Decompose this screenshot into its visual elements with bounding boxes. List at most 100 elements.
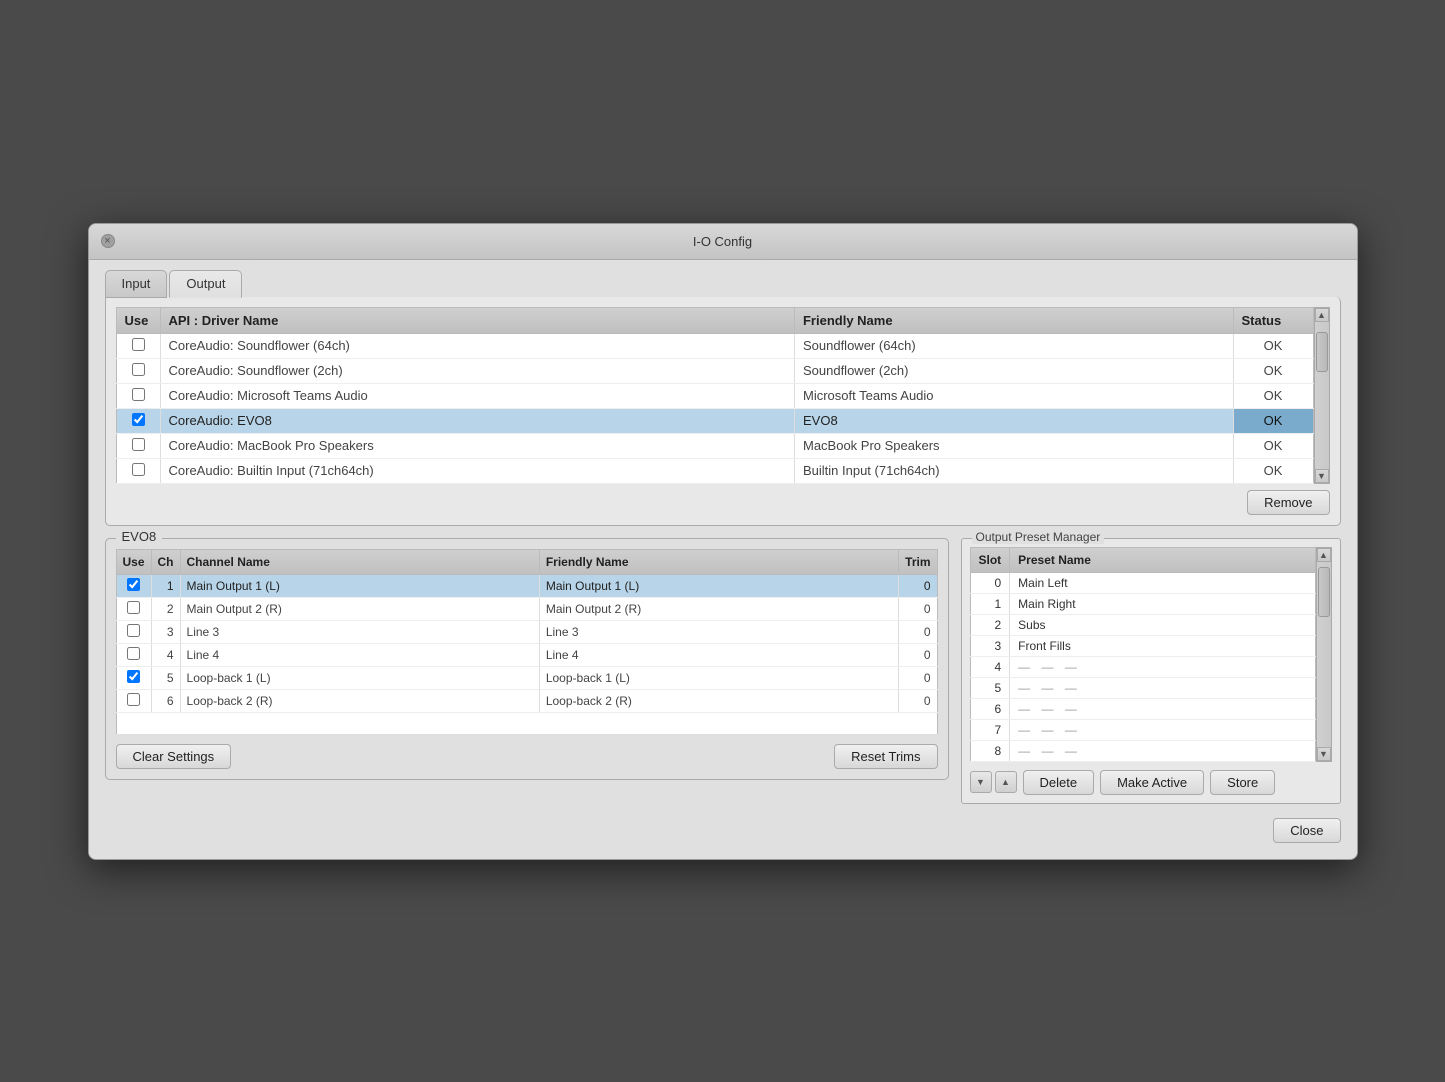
preset-table-row[interactable]: 3Front Fills [970, 635, 1315, 656]
device-use-checkbox[interactable] [132, 463, 145, 476]
ch-use-checkbox[interactable] [127, 670, 140, 683]
close-footer: Close [105, 818, 1341, 843]
ch-use-checkbox[interactable] [127, 624, 140, 637]
device-api-cell: CoreAudio: Microsoft Teams Audio [160, 383, 794, 408]
device-table-row[interactable]: CoreAudio: EVO8EVO8OK [116, 408, 1313, 433]
preset-scrollbar[interactable]: ▲ ▼ [1316, 547, 1332, 762]
channel-table-row[interactable]: 4Line 4Line 40 [116, 643, 937, 666]
channel-table-empty-area [116, 713, 938, 734]
preset-scroll-down[interactable]: ▼ [1317, 747, 1331, 761]
device-use-cell [116, 458, 160, 483]
preset-table-row[interactable]: 2Subs [970, 614, 1315, 635]
channel-table-row[interactable]: 2Main Output 2 (R)Main Output 2 (R)0 [116, 597, 937, 620]
ch-use-checkbox[interactable] [127, 601, 140, 614]
channel-table-row[interactable]: 5Loop-back 1 (L)Loop-back 1 (L)0 [116, 666, 937, 689]
device-table: Use API : Driver Name Friendly Name Stat… [116, 307, 1314, 484]
remove-button[interactable]: Remove [1247, 490, 1329, 515]
device-api-cell: CoreAudio: EVO8 [160, 408, 794, 433]
device-status-cell: OK [1233, 333, 1313, 358]
ch-use-checkbox[interactable] [127, 647, 140, 660]
tab-input[interactable]: Input [105, 270, 168, 298]
device-friendly-cell: Microsoft Teams Audio [794, 383, 1233, 408]
preset-nav-up[interactable]: ▲ [995, 771, 1017, 793]
preset-name-cell: Main Right [1010, 593, 1315, 614]
close-button[interactable]: Close [1273, 818, 1340, 843]
preset-table-row[interactable]: 8— — — [970, 740, 1315, 761]
ch-use-cell [116, 666, 151, 689]
close-button-titlebar[interactable] [101, 234, 115, 248]
col-trim: Trim [899, 549, 937, 574]
ch-friendly-cell: Loop-back 1 (L) [539, 666, 898, 689]
scroll-down-arrow[interactable]: ▼ [1315, 469, 1329, 483]
preset-table-row[interactable]: 4— — — [970, 656, 1315, 677]
device-friendly-cell: MacBook Pro Speakers [794, 433, 1233, 458]
device-api-cell: CoreAudio: Soundflower (2ch) [160, 358, 794, 383]
preset-table-row[interactable]: 6— — — [970, 698, 1315, 719]
scroll-track [1315, 322, 1329, 469]
col-slot: Slot [970, 547, 1010, 572]
device-friendly-cell: Builtin Input (71ch64ch) [794, 458, 1233, 483]
preset-manager-title: Output Preset Manager [972, 530, 1105, 544]
preset-slot-cell: 6 [970, 698, 1010, 719]
preset-table-row[interactable]: 1Main Right [970, 593, 1315, 614]
ch-use-checkbox[interactable] [127, 693, 140, 706]
reset-trims-button[interactable]: Reset Trims [834, 744, 937, 769]
preset-nav-down[interactable]: ▼ [970, 771, 992, 793]
tab-output[interactable]: Output [169, 270, 242, 298]
ch-use-cell [116, 574, 151, 597]
preset-slot-cell: 5 [970, 677, 1010, 698]
make-active-button[interactable]: Make Active [1100, 770, 1204, 795]
scroll-thumb[interactable] [1316, 332, 1328, 372]
preset-footer: ▼ ▲ Delete Make Active Store [970, 770, 1332, 795]
preset-scroll-track [1317, 562, 1331, 747]
preset-slot-cell: 4 [970, 656, 1010, 677]
clear-settings-button[interactable]: Clear Settings [116, 744, 232, 769]
device-table-row[interactable]: CoreAudio: Soundflower (64ch)Soundflower… [116, 333, 1313, 358]
device-status-cell: OK [1233, 408, 1313, 433]
preset-scroll-up[interactable]: ▲ [1317, 548, 1331, 562]
preset-slot-cell: 0 [970, 572, 1010, 593]
preset-table-row[interactable]: 0Main Left [970, 572, 1315, 593]
ch-num-cell: 1 [151, 574, 180, 597]
device-status-cell: OK [1233, 458, 1313, 483]
device-use-checkbox[interactable] [132, 338, 145, 351]
ch-use-cell [116, 620, 151, 643]
device-friendly-cell: Soundflower (64ch) [794, 333, 1233, 358]
preset-table-row[interactable]: 5— — — [970, 677, 1315, 698]
device-table-scrollbar[interactable]: ▲ ▼ [1314, 307, 1330, 484]
preset-table-row[interactable]: 7— — — [970, 719, 1315, 740]
device-api-cell: CoreAudio: Soundflower (64ch) [160, 333, 794, 358]
preset-table-header: Slot Preset Name [970, 547, 1315, 572]
channel-table-row[interactable]: 3Line 3Line 30 [116, 620, 937, 643]
device-table-row[interactable]: CoreAudio: MacBook Pro SpeakersMacBook P… [116, 433, 1313, 458]
ch-num-cell: 4 [151, 643, 180, 666]
device-api-cell: CoreAudio: MacBook Pro Speakers [160, 433, 794, 458]
channel-table-row[interactable]: 6Loop-back 2 (R)Loop-back 2 (R)0 [116, 689, 937, 712]
preset-slot-cell: 2 [970, 614, 1010, 635]
channel-table-row[interactable]: 1Main Output 1 (L)Main Output 1 (L)0 [116, 574, 937, 597]
col-friendly: Friendly Name [794, 307, 1233, 333]
col-ch-friendly: Friendly Name [539, 549, 898, 574]
preset-scroll-thumb[interactable] [1318, 567, 1330, 617]
evo8-group: EVO8 Use Ch Channel Name Friendly Name T… [105, 538, 949, 780]
device-table-row[interactable]: CoreAudio: Soundflower (2ch)Soundflower … [116, 358, 1313, 383]
device-use-checkbox[interactable] [132, 388, 145, 401]
delete-button[interactable]: Delete [1023, 770, 1095, 795]
preset-slot-cell: 3 [970, 635, 1010, 656]
ch-use-cell [116, 597, 151, 620]
store-button[interactable]: Store [1210, 770, 1275, 795]
device-table-row[interactable]: CoreAudio: Microsoft Teams AudioMicrosof… [116, 383, 1313, 408]
ch-use-cell [116, 643, 151, 666]
device-table-scroll: Use API : Driver Name Friendly Name Stat… [116, 307, 1314, 484]
device-table-row[interactable]: CoreAudio: Builtin Input (71ch64ch)Built… [116, 458, 1313, 483]
ch-use-checkbox[interactable] [127, 578, 140, 591]
device-use-checkbox[interactable] [132, 363, 145, 376]
device-use-checkbox[interactable] [132, 413, 145, 426]
device-use-cell [116, 333, 160, 358]
col-preset-name: Preset Name [1010, 547, 1315, 572]
channel-table-container: Use Ch Channel Name Friendly Name Trim 1… [116, 549, 938, 734]
preset-name-cell: Front Fills [1010, 635, 1315, 656]
device-use-checkbox[interactable] [132, 438, 145, 451]
preset-table: Slot Preset Name 0Main Left1Main Right2S… [970, 547, 1316, 762]
scroll-up-arrow[interactable]: ▲ [1315, 308, 1329, 322]
